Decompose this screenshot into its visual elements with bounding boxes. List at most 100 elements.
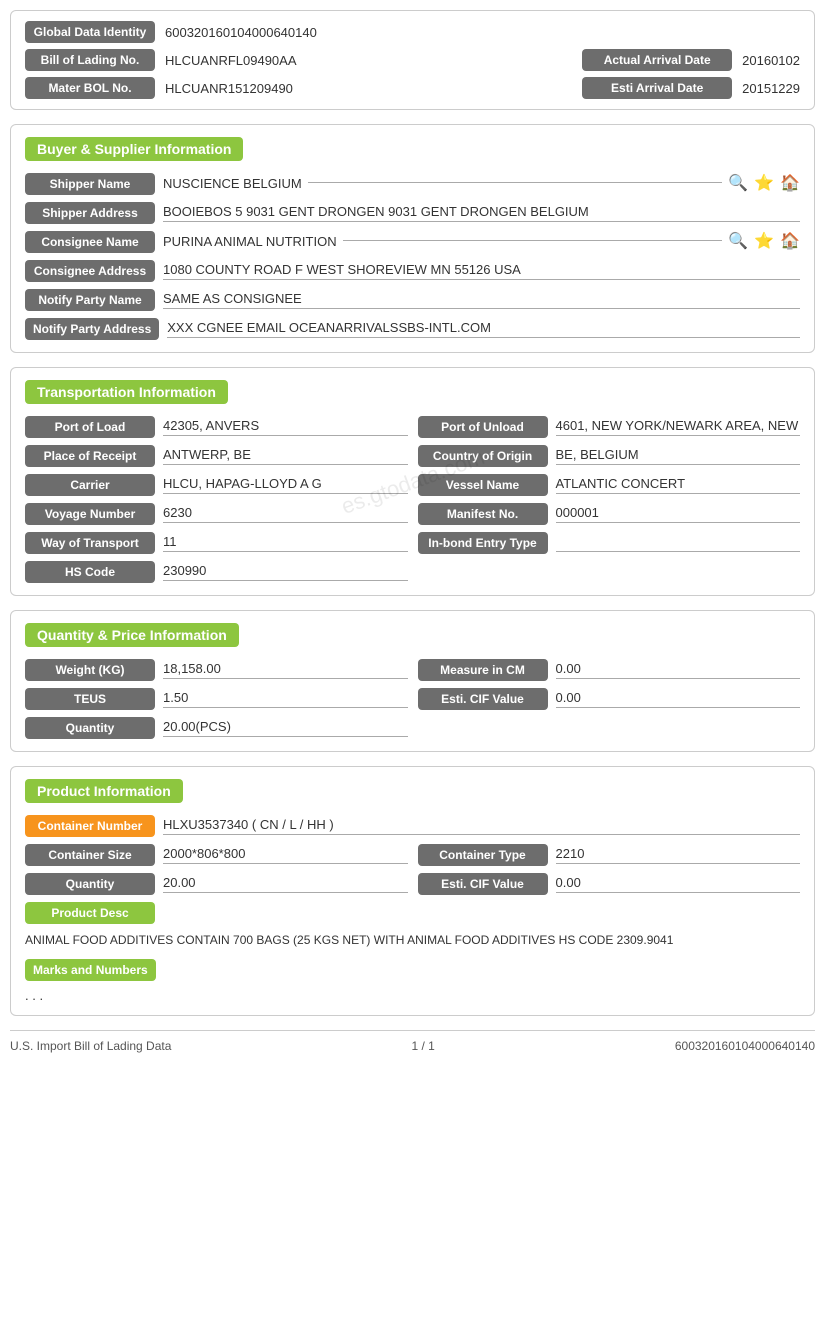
- footer-left: U.S. Import Bill of Lading Data: [10, 1039, 171, 1053]
- footer: U.S. Import Bill of Lading Data 1 / 1 60…: [10, 1030, 815, 1053]
- container-type-label: Container Type: [418, 844, 548, 866]
- container-size-label: Container Size: [25, 844, 155, 866]
- consignee-address-value: 1080 COUNTY ROAD F WEST SHOREVIEW MN 551…: [163, 262, 800, 280]
- transportation-card: es.gtodata.com Transportation Informatio…: [10, 367, 815, 596]
- shipper-address-row: Shipper Address BOOIEBOS 5 9031 GENT DRO…: [25, 202, 800, 224]
- quantity-price-card: Quantity & Price Information Weight (KG)…: [10, 610, 815, 752]
- hs-code-label: HS Code: [25, 561, 155, 583]
- qp-quantity-label: Quantity: [25, 717, 155, 739]
- prod-quantity-value: 20.00: [163, 875, 408, 893]
- notify-party-name-label: Notify Party Name: [25, 289, 155, 311]
- country-origin-label: Country of Origin: [418, 445, 548, 467]
- hs-code-row: HS Code 230990: [25, 561, 800, 583]
- container-number-label: Container Number: [25, 815, 155, 837]
- mater-bol-row: Mater BOL No. HLCUANR151209490 Esti Arri…: [25, 77, 800, 99]
- teus-label: TEUS: [25, 688, 155, 710]
- qp-quantity-row: Quantity 20.00(PCS): [25, 717, 800, 739]
- quantity-price-title: Quantity & Price Information: [25, 623, 239, 647]
- container-size-value: 2000*806*800: [163, 846, 408, 864]
- in-bond-value: [556, 534, 801, 552]
- qp-quantity-value: 20.00(PCS): [163, 719, 408, 737]
- product-card: Product Information Container Number HLX…: [10, 766, 815, 1016]
- mater-bol-value: HLCUANR151209490: [165, 81, 582, 96]
- actual-arrival-label: Actual Arrival Date: [582, 49, 732, 71]
- receipt-origin-row: Place of Receipt ANTWERP, BE Country of …: [25, 445, 800, 467]
- consignee-star-icon[interactable]: ⭐: [754, 231, 774, 251]
- identity-card: Global Data Identity 6003201601040006401…: [10, 10, 815, 110]
- container-number-row: Container Number HLXU3537340 ( CN / L / …: [25, 815, 800, 837]
- prod-quantity-cif-row: Quantity 20.00 Esti. CIF Value 0.00: [25, 873, 800, 895]
- notify-party-address-row: Notify Party Address XXX CGNEE EMAIL OCE…: [25, 318, 800, 340]
- port-row: Port of Load 42305, ANVERS Port of Unloa…: [25, 416, 800, 438]
- consignee-name-value: PURINA ANIMAL NUTRITION: [163, 234, 337, 249]
- consignee-search-icon[interactable]: 🔍: [728, 231, 748, 251]
- teus-cif-row: TEUS 1.50 Esti. CIF Value 0.00: [25, 688, 800, 710]
- buyer-supplier-card: Buyer & Supplier Information Shipper Nam…: [10, 124, 815, 353]
- manifest-no-value: 000001: [556, 505, 801, 523]
- way-transport-label: Way of Transport: [25, 532, 155, 554]
- footer-center: 1 / 1: [411, 1039, 434, 1053]
- esti-arrival-label: Esti Arrival Date: [582, 77, 732, 99]
- container-type-value: 2210: [556, 846, 801, 864]
- weight-measure-row: Weight (KG) 18,158.00 Measure in CM 0.00: [25, 659, 800, 681]
- consignee-name-label: Consignee Name: [25, 231, 155, 253]
- global-data-label: Global Data Identity: [25, 21, 155, 43]
- place-receipt-label: Place of Receipt: [25, 445, 155, 467]
- esti-cif-value: 0.00: [556, 690, 801, 708]
- weight-label: Weight (KG): [25, 659, 155, 681]
- global-data-value: 600320160104000640140: [165, 25, 317, 40]
- bol-value: HLCUANRFL09490AA: [165, 53, 582, 68]
- marks-label: Marks and Numbers: [25, 959, 156, 981]
- shipper-name-label: Shipper Name: [25, 173, 155, 195]
- notify-party-name-value: SAME AS CONSIGNEE: [163, 291, 800, 309]
- shipper-star-icon[interactable]: ⭐: [754, 173, 774, 193]
- mater-bol-label: Mater BOL No.: [25, 77, 155, 99]
- voyage-manifest-row: Voyage Number 6230 Manifest No. 000001: [25, 503, 800, 525]
- actual-arrival-value: 20160102: [742, 53, 800, 68]
- port-load-label: Port of Load: [25, 416, 155, 438]
- shipper-name-row: Shipper Name NUSCIENCE BELGIUM 🔍 ⭐ 🏠: [25, 173, 800, 195]
- prod-esti-cif-value: 0.00: [556, 875, 801, 893]
- container-number-value: HLXU3537340 ( CN / L / HH ): [163, 817, 800, 835]
- carrier-label: Carrier: [25, 474, 155, 496]
- country-origin-value: BE, BELGIUM: [556, 447, 801, 465]
- bol-row: Bill of Lading No. HLCUANRFL09490AA Actu…: [25, 49, 800, 71]
- manifest-no-label: Manifest No.: [418, 503, 548, 525]
- hs-code-value: 230990: [163, 563, 408, 581]
- port-unload-value: 4601, NEW YORK/NEWARK AREA, NEW: [556, 418, 801, 436]
- notify-party-address-label: Notify Party Address: [25, 318, 159, 340]
- esti-cif-label: Esti. CIF Value: [418, 688, 548, 710]
- port-unload-label: Port of Unload: [418, 416, 548, 438]
- buyer-supplier-title: Buyer & Supplier Information: [25, 137, 243, 161]
- global-data-row: Global Data Identity 6003201601040006401…: [25, 21, 800, 43]
- prod-esti-cif-label: Esti. CIF Value: [418, 873, 548, 895]
- shipper-search-icon[interactable]: 🔍: [728, 173, 748, 193]
- carrier-vessel-row: Carrier HLCU, HAPAG-LLOYD A G Vessel Nam…: [25, 474, 800, 496]
- carrier-value: HLCU, HAPAG-LLOYD A G: [163, 476, 408, 494]
- shipper-address-value: BOOIEBOS 5 9031 GENT DRONGEN 9031 GENT D…: [163, 204, 800, 222]
- shipper-name-value: NUSCIENCE BELGIUM: [163, 176, 302, 191]
- consignee-address-row: Consignee Address 1080 COUNTY ROAD F WES…: [25, 260, 800, 282]
- transport-bond-row: Way of Transport 11 In-bond Entry Type: [25, 532, 800, 554]
- vessel-name-label: Vessel Name: [418, 474, 548, 496]
- product-desc-value: ANIMAL FOOD ADDITIVES CONTAIN 700 BAGS (…: [25, 931, 800, 949]
- consignee-home-icon[interactable]: 🏠: [780, 231, 800, 251]
- shipper-home-icon[interactable]: 🏠: [780, 173, 800, 193]
- marks-row: Marks and Numbers: [25, 959, 800, 981]
- marks-value: . . .: [25, 988, 800, 1003]
- notify-party-address-value: XXX CGNEE EMAIL OCEANARRIVALSSBS-INTL.CO…: [167, 320, 800, 338]
- product-desc-row: Product Desc: [25, 902, 800, 924]
- place-receipt-value: ANTWERP, BE: [163, 447, 408, 465]
- port-load-value: 42305, ANVERS: [163, 418, 408, 436]
- notify-party-name-row: Notify Party Name SAME AS CONSIGNEE: [25, 289, 800, 311]
- measure-label: Measure in CM: [418, 659, 548, 681]
- voyage-number-label: Voyage Number: [25, 503, 155, 525]
- footer-right: 600320160104000640140: [675, 1039, 815, 1053]
- consignee-name-row: Consignee Name PURINA ANIMAL NUTRITION 🔍…: [25, 231, 800, 253]
- esti-arrival-value: 20151229: [742, 81, 800, 96]
- product-desc-label: Product Desc: [25, 902, 155, 924]
- way-transport-value: 11: [163, 534, 408, 552]
- bol-label: Bill of Lading No.: [25, 49, 155, 71]
- shipper-address-label: Shipper Address: [25, 202, 155, 224]
- teus-value: 1.50: [163, 690, 408, 708]
